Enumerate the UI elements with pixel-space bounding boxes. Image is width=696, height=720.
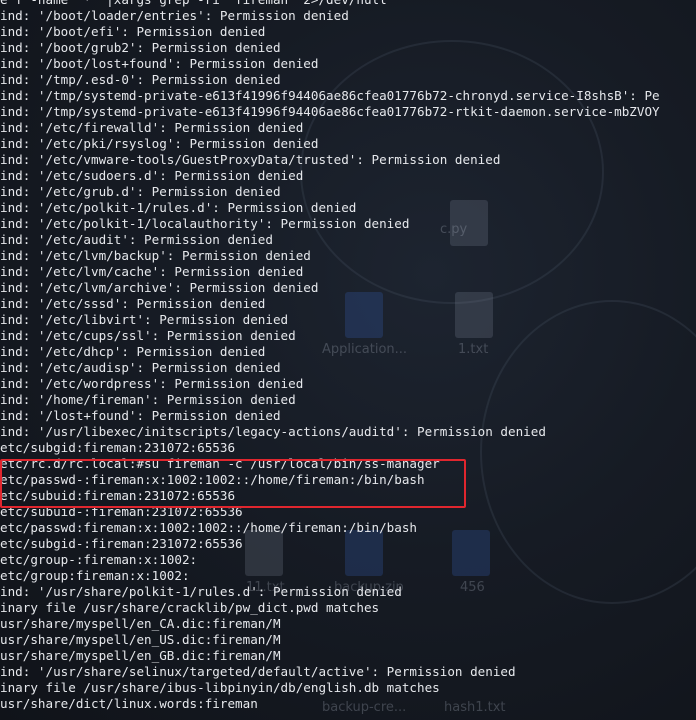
terminal-line: etc/group-:fireman:x:1002:: [0, 552, 198, 567]
terminal-line: e f -name "*" |xargs grep -ri "fireman" …: [0, 0, 660, 8]
terminal-line: inary file /usr/share/ibus-libpinyin/db/…: [0, 680, 440, 695]
highlighted-line: etc/rc.d/rc.local:#su fireman -c /usr/lo…: [0, 456, 440, 471]
terminal-line: inary file /usr/share/cracklib/pw_dict.p…: [0, 600, 380, 615]
terminal-line: ind: '/etc/cups/ssl': Permission denied: [0, 328, 296, 343]
terminal-line: ind: '/etc/audit': Permission denied: [0, 232, 273, 247]
highlighted-line: etc/subuid:fireman:231072:65536: [0, 488, 236, 503]
terminal-line: ind: '/lost+found': Permission denied: [0, 408, 281, 423]
terminal-line: ind: '/home/fireman': Permission denied: [0, 392, 296, 407]
terminal-output[interactable]: e f -name "*" |xargs grep -ri "fireman" …: [0, 0, 660, 720]
terminal-line: etc/subgid:fireman:231072:65536: [0, 440, 236, 455]
terminal-line: ind: '/etc/dhcp': Permission denied: [0, 344, 266, 359]
terminal-line: ind: '/tmp/systemd-private-e613f41996f94…: [0, 104, 660, 119]
terminal-line: ind: '/boot/grub2': Permission denied: [0, 40, 281, 55]
terminal-line: ind: '/etc/lvm/archive': Permission deni…: [0, 280, 319, 295]
terminal-line: ind: '/etc/polkit-1/rules.d': Permission…: [0, 200, 357, 215]
terminal-line: etc/subgid-:fireman:231072:65536: [0, 536, 243, 551]
terminal-line: ind: '/etc/vmware-tools/GuestProxyData/t…: [0, 152, 501, 167]
terminal-window[interactable]: c.py Application... 1.txt 11.txt backup.…: [0, 0, 696, 720]
terminal-line: ind: '/boot/lost+found': Permission deni…: [0, 56, 319, 71]
terminal-line: ind: '/usr/share/selinux/targeted/defaul…: [0, 664, 516, 679]
terminal-line: usr/share/dict/linux.words:fireman: [0, 696, 258, 711]
terminal-line: etc/subuid-:fireman:231072:65536: [0, 504, 243, 519]
terminal-line: ind: '/etc/sudoers.d': Permission denied: [0, 168, 304, 183]
terminal-line: usr/share/myspell/en_GB.dic:fireman/M: [0, 648, 281, 663]
terminal-line: ind: '/etc/polkit-1/localauthority': Per…: [0, 216, 410, 231]
terminal-line: ind: '/tmp/systemd-private-e613f41996f94…: [0, 88, 660, 103]
terminal-line: ind: '/etc/audisp': Permission denied: [0, 360, 281, 375]
terminal-line: ind: '/boot/loader/entries': Permission …: [0, 8, 349, 23]
highlighted-line: etc/passwd-:fireman:x:1002:1002::/home/f…: [0, 472, 425, 487]
terminal-line: ind: '/etc/sssd': Permission denied: [0, 296, 266, 311]
terminal-line: ind: '/etc/lvm/backup': Permission denie…: [0, 248, 311, 263]
terminal-line: ind: '/etc/pki/rsyslog': Permission deni…: [0, 136, 319, 151]
terminal-line: etc/passwd:fireman:x:1002:1002::/home/fi…: [0, 520, 418, 535]
terminal-line: ind: '/etc/wordpress': Permission denied: [0, 376, 304, 391]
terminal-line: usr/share/myspell/en_CA.dic:fireman/M: [0, 616, 281, 631]
terminal-line: ind: '/usr/libexec/initscripts/legacy-ac…: [0, 424, 546, 439]
terminal-line: ind: '/usr/share/polkit-1/rules.d': Perm…: [0, 584, 402, 599]
terminal-line: ind: '/etc/libvirt': Permission denied: [0, 312, 289, 327]
terminal-line: etc/group:fireman:x:1002:: [0, 568, 190, 583]
terminal-line: ind: '/etc/lvm/cache': Permission denied: [0, 264, 304, 279]
terminal-line: usr/share/myspell/en_US.dic:fireman/M: [0, 632, 281, 647]
terminal-line: ind: '/boot/efi': Permission denied: [0, 24, 266, 39]
terminal-line: ind: '/etc/grub.d': Permission denied: [0, 184, 281, 199]
terminal-line: ind: '/tmp/.esd-0': Permission denied: [0, 72, 281, 87]
terminal-line: ind: '/etc/firewalld': Permission denied: [0, 120, 304, 135]
